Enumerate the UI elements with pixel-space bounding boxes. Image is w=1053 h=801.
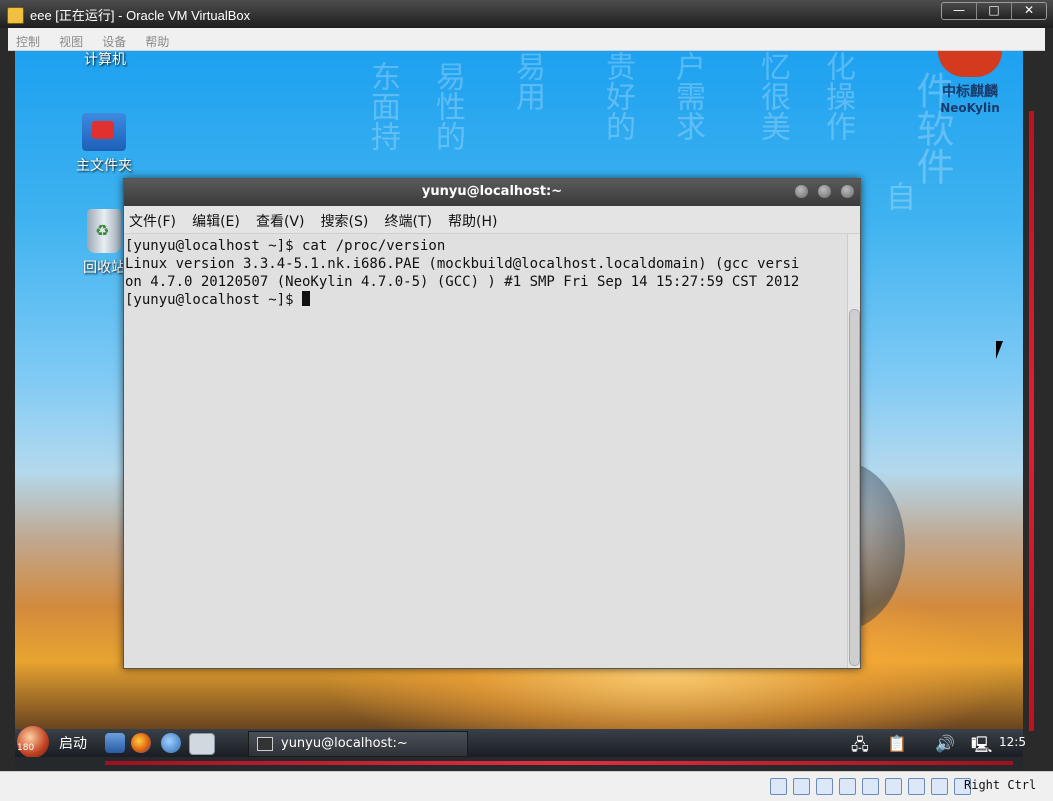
volume-icon[interactable]: 🔊	[935, 734, 955, 753]
terminal-menu-view[interactable]: 查看(V)	[256, 211, 311, 231]
desktop-icon-computer[interactable]: 计算机	[65, 51, 145, 69]
close-button[interactable]: ✕	[1011, 3, 1046, 19]
terminal-minimize-button[interactable]	[795, 185, 808, 198]
display-icon[interactable]	[862, 778, 879, 795]
panel-accent-line	[105, 761, 1013, 765]
terminal-output[interactable]: [yunyu@localhost ~]$ cat /proc/version Li…	[124, 234, 848, 668]
usb-icon[interactable]	[816, 778, 833, 795]
kylin-logo-icon	[938, 51, 1002, 77]
vbox-statusbar: Right Ctrl	[0, 771, 1053, 801]
wallpaper-calligraphy: 易性的	[430, 61, 465, 151]
start-label[interactable]: 启动	[59, 733, 87, 753]
optical-drive-icon[interactable]	[793, 778, 810, 795]
terminal-menu-edit[interactable]: 编辑(E)	[192, 211, 246, 231]
menu-devices[interactable]: 设备	[102, 33, 132, 50]
vbox-menubar: 控制 视图 设备 帮助	[8, 28, 1045, 51]
clock[interactable]: 12:5	[999, 735, 1026, 749]
mail-client-icon[interactable]	[161, 733, 181, 753]
terminal-menu-terminal[interactable]: 终端(T)	[384, 211, 437, 231]
terminal-menubar: 文件(F) 编辑(E) 查看(V) 搜索(S) 终端(T) 帮助(H)	[124, 206, 860, 234]
virtualbox-app-icon	[7, 7, 24, 24]
terminal-close-button[interactable]	[841, 185, 854, 198]
terminal-scrollbar[interactable]	[847, 234, 860, 668]
desktop-icon-label: 回收站	[83, 260, 125, 276]
mouse-pointer-icon	[996, 341, 1003, 359]
wallpaper-calligraphy: 化操作	[820, 51, 855, 141]
wallpaper-calligraphy: 户需求	[670, 51, 705, 141]
guest-edge-accent	[1029, 111, 1034, 731]
guest-right-edge	[1025, 51, 1039, 761]
terminal-line: [yunyu@localhost ~]$ cat /proc/version	[125, 238, 446, 254]
taskbar-item-terminal[interactable]: yunyu@localhost:~	[248, 731, 468, 757]
maximize-button[interactable]: □	[976, 3, 1011, 19]
wallpaper-calligraphy: 忆很美	[755, 51, 790, 141]
network-adapter-icon[interactable]	[885, 778, 902, 795]
terminal-line: Linux version 3.3.4-5.1.nk.i686.PAE (moc…	[125, 256, 800, 272]
menu-control[interactable]: 控制	[16, 33, 46, 50]
recycle-bin-icon	[87, 209, 121, 253]
terminal-titlebar[interactable]: yunyu@localhost:~	[124, 179, 860, 206]
desktop-icon-label: 主文件夹	[76, 158, 132, 174]
video-capture-icon[interactable]	[908, 778, 925, 795]
vbox-titlebar: eee [正在运行] - Oracle VM VirtualBox — □ ✕	[0, 0, 1053, 28]
terminal-prompt-line: [yunyu@localhost ~]$	[125, 291, 847, 309]
clipboard-icon[interactable]: 📋	[887, 734, 907, 753]
wallpaper-calligraphy: 东面持	[365, 61, 400, 151]
guest-desktop: 东面持 易性的 易用 贵好的 户需求 忆很美 化操作 自 件软件 中标麒麟 Ne…	[15, 51, 1023, 729]
wallpaper-calligraphy: 自	[880, 181, 915, 211]
folder-icon	[82, 113, 126, 151]
terminal-line: on 4.7.0 20120507 (NeoKylin 4.7.0-5) (GC…	[125, 274, 800, 290]
terminal-cursor	[302, 291, 311, 306]
desktop-icon-home-folder[interactable]: 主文件夹	[64, 113, 144, 175]
host-key-label: Right Ctrl	[964, 778, 1037, 792]
minimize-button[interactable]: —	[942, 3, 976, 19]
taskbar: 启动 yunyu@localhost:~ 🖧 📋 🔊 🖳 12:5	[15, 726, 1026, 758]
menu-view[interactable]: 视图	[59, 33, 89, 50]
desktop-icon-label: 计算机	[84, 52, 126, 68]
file-manager-icon[interactable]	[105, 733, 125, 753]
terminal-menu-file[interactable]: 文件(F)	[129, 211, 182, 231]
logo-text-cn: 中标麒麟	[942, 84, 998, 100]
device-indicators	[770, 778, 971, 795]
terminal-title: yunyu@localhost:~	[421, 184, 563, 199]
tray-hidden-count: 180	[17, 743, 35, 753]
guest-bottom-panel: 180	[15, 743, 1023, 770]
terminal-prompt: [yunyu@localhost ~]$	[125, 292, 303, 308]
terminal-window: yunyu@localhost:~ 文件(F) 编辑(E) 查看(V) 搜索(S…	[123, 178, 861, 669]
start-button[interactable]	[17, 726, 49, 758]
taskbar-item-label: yunyu@localhost:~	[281, 736, 408, 751]
terminal-menu-search[interactable]: 搜索(S)	[321, 211, 375, 231]
neokylin-logo: 中标麒麟 NeoKylin	[930, 51, 1010, 115]
window-controls: — □ ✕	[941, 2, 1047, 20]
terminal-icon	[257, 737, 273, 751]
terminal-window-buttons	[795, 185, 854, 198]
mouse-integration-icon[interactable]	[931, 778, 948, 795]
terminal-scrollbar-thumb[interactable]	[849, 309, 860, 666]
show-desktop-icon[interactable]	[189, 733, 215, 755]
menu-help[interactable]: 帮助	[145, 33, 175, 50]
wallpaper-calligraphy: 易用	[510, 51, 545, 111]
window-title: eee [正在运行] - Oracle VM VirtualBox	[30, 8, 251, 23]
shared-folders-icon[interactable]	[839, 778, 856, 795]
terminal-menu-help[interactable]: 帮助(H)	[448, 211, 503, 231]
terminal-maximize-button[interactable]	[818, 185, 831, 198]
wallpaper-calligraphy: 贵好的	[600, 51, 635, 141]
logo-text-en: NeoKylin	[940, 101, 1000, 115]
firefox-icon[interactable]	[131, 733, 151, 753]
hard-disk-icon[interactable]	[770, 778, 787, 795]
